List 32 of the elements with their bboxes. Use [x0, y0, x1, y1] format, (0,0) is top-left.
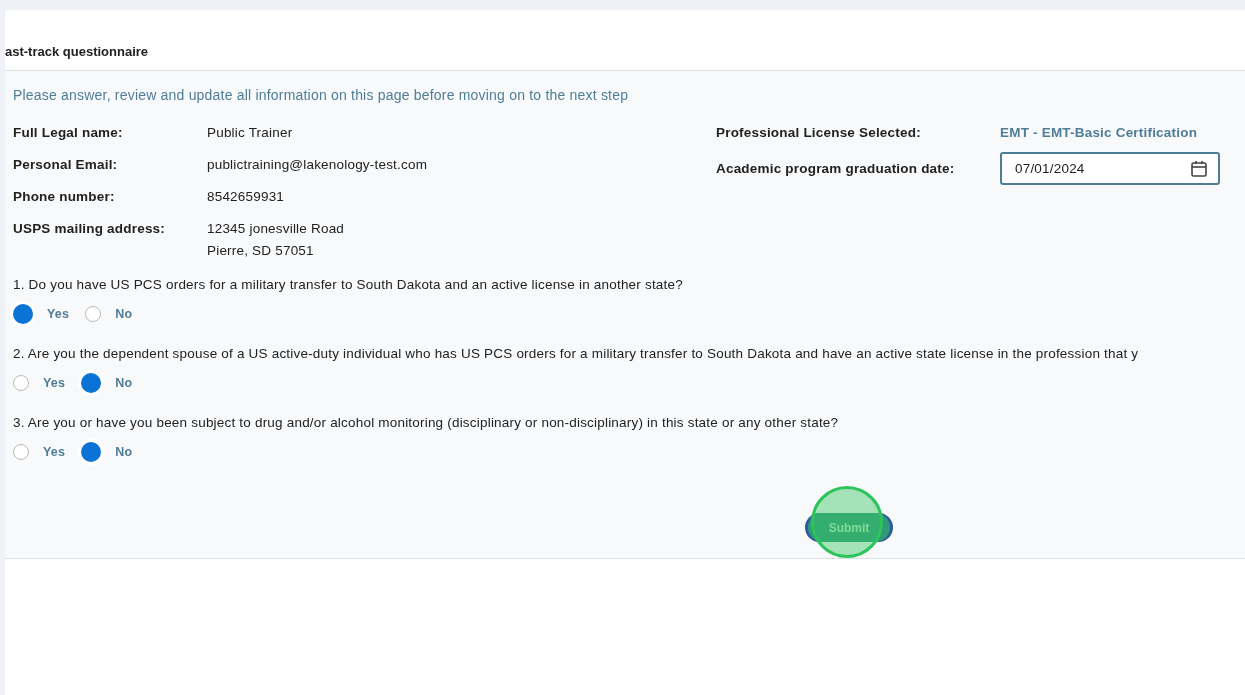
page-title: ast-track questionnaire: [5, 44, 149, 59]
intro-text: Please answer, review and update all information on this page before moving on to the next step: [13, 87, 630, 103]
field-value: publictraining@lakenology-test.com: [207, 157, 429, 172]
field-label: Personal Email:: [13, 157, 119, 172]
question-text: 2. Are you the dependent spouse of a US active-duty individual who has US PCS orders for a military transfer to South Dakota and have an active state license in the profession that y: [13, 346, 1140, 361]
radio-button[interactable]: [13, 444, 29, 460]
field-label: Phone number:: [13, 189, 116, 204]
question-text: 1. Do you have US PCS orders for a military transfer to South Dakota and an active license in another state?: [13, 277, 684, 292]
license-link[interactable]: EMT - EMT-Basic Certification: [1000, 125, 1220, 140]
radio-label[interactable]: Yes: [43, 445, 66, 459]
field-label: Full Legal name:: [13, 125, 124, 140]
radio-label[interactable]: Yes: [47, 307, 70, 321]
radio-button[interactable]: [81, 442, 102, 462]
radio-label[interactable]: No: [115, 376, 133, 390]
field-value: Pierre, SD 57051: [207, 243, 315, 258]
radio-label[interactable]: Yes: [43, 376, 66, 390]
calendar-icon[interactable]: [1190, 159, 1208, 178]
field-value: 8542659931: [207, 189, 286, 204]
field-label: USPS mailing address:: [13, 221, 166, 238]
field-value: Public Trainer: [207, 125, 294, 140]
radio-label[interactable]: No: [115, 307, 133, 321]
field-label: Academic program graduation date:: [716, 161, 956, 176]
field-label: Professional License Selected:: [716, 125, 922, 140]
question-text: 3. Are you or have you been subject to drug and/or alcohol monitoring (disciplinary or non-disciplinary) in this state or any other state?: [13, 415, 840, 430]
date-field[interactable]: 07/01/2024: [1000, 152, 1220, 185]
radio-button[interactable]: [81, 373, 102, 393]
radio-button[interactable]: [13, 304, 33, 324]
radio-label[interactable]: No: [115, 445, 133, 459]
click-highlight: [811, 486, 883, 558]
field-value: 12345 jonesville Road: [207, 221, 346, 236]
radio-button[interactable]: [13, 375, 29, 391]
radio-button[interactable]: [85, 306, 102, 322]
